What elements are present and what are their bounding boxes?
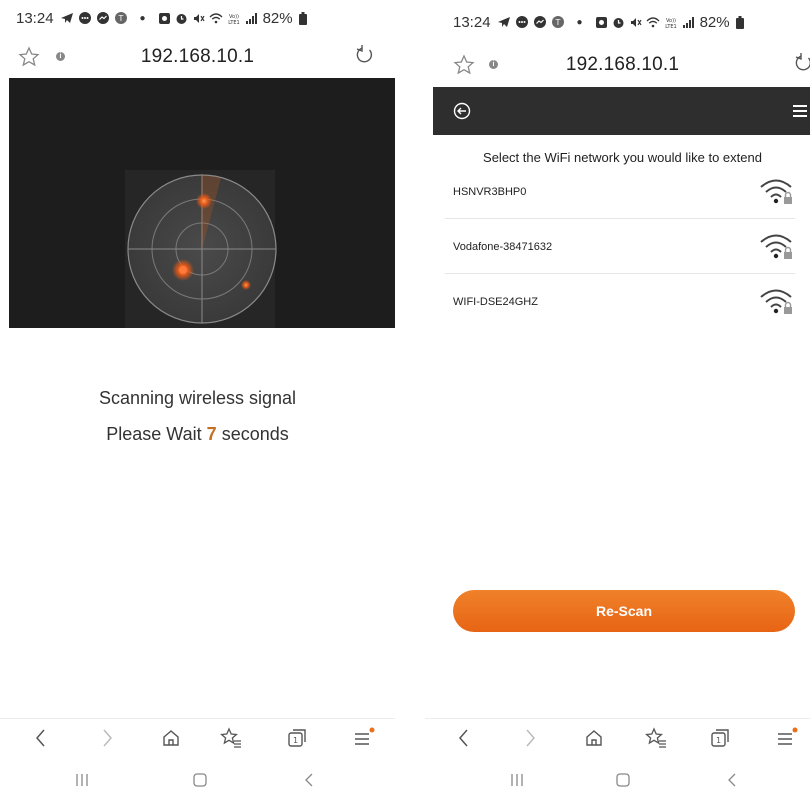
countdown-seconds: 7: [206, 424, 217, 444]
wifi-icon: [646, 16, 660, 27]
browser-url-bar: i 192.168.10.1: [425, 50, 810, 84]
radar-blip: [241, 280, 251, 290]
url-text[interactable]: 192.168.10.1: [0, 46, 395, 68]
hamburger-menu-icon[interactable]: [792, 104, 808, 118]
alarm-icon: [595, 16, 607, 28]
signal-icon: [245, 12, 257, 24]
forward-icon[interactable]: [98, 727, 116, 749]
tabs-icon[interactable]: 1: [709, 727, 731, 749]
status-time: 13:24: [16, 9, 54, 27]
status-system-icons: Vo)) LTE1: [595, 16, 694, 29]
browser-bottom-nav: 1: [0, 718, 395, 758]
app-header: [433, 87, 810, 135]
network-item[interactable]: WIFI-DSE24GHZ: [445, 274, 795, 329]
mute-icon: [193, 13, 205, 23]
telegram-icon: [60, 13, 73, 23]
tabs-icon[interactable]: 1: [286, 727, 308, 749]
network-ssid: HSNVR3BHP0: [453, 186, 527, 198]
svg-text:LTE1: LTE1: [665, 24, 677, 29]
wait-suffix: seconds: [221, 424, 289, 444]
svg-text:T: T: [117, 14, 123, 23]
rescan-button[interactable]: Re-Scan: [453, 590, 795, 632]
scanning-message: Scanning wireless signal: [98, 388, 297, 408]
battery-percent: 82%: [699, 13, 730, 31]
network-select-screen: 13:24 T ● Vo)) LTE1 82% i 192.168.10.1 Se…: [425, 0, 810, 790]
telegram-icon: [497, 17, 510, 27]
signal-icon: [682, 16, 694, 28]
wifi-locked-icon: [760, 234, 792, 259]
volte-icon: Vo))LTE1: [665, 18, 677, 29]
network-list: HSNVR3BHP0 Vodafone-38471632 WIFI-DSE24G…: [445, 164, 795, 329]
wifi-icon: [209, 12, 223, 23]
t-icon: T: [114, 12, 127, 24]
wifi-locked-icon: [760, 179, 792, 204]
radar-blip-core: [179, 266, 187, 274]
chat-icon: [515, 16, 528, 28]
svg-text:LTE1: LTE1: [228, 20, 240, 25]
radar-scanner: [9, 78, 395, 328]
mute-icon: [630, 17, 642, 27]
svg-text:T: T: [554, 18, 560, 27]
system-nav: [0, 770, 395, 790]
system-nav: [425, 770, 810, 790]
back-arrow-icon[interactable]: [453, 102, 471, 120]
status-separator-dot: ●: [139, 12, 146, 24]
radar-blip: [196, 193, 212, 209]
bookmarks-icon[interactable]: [220, 727, 242, 749]
radar-graphic: [125, 170, 277, 328]
back-system-icon[interactable]: [725, 772, 739, 788]
status-notification-icons: T: [60, 11, 128, 25]
svg-text:1: 1: [293, 736, 298, 745]
home-icon[interactable]: [160, 727, 182, 749]
volte-icon: Vo))LTE1: [228, 14, 240, 25]
home-button-icon[interactable]: [192, 772, 208, 788]
status-system-icons: Vo)) LTE1: [158, 12, 257, 25]
status-notification-icons: T: [497, 15, 565, 29]
back-icon[interactable]: [455, 727, 473, 749]
wait-message: Please Wait 7 seconds: [0, 424, 395, 445]
bookmarks-icon[interactable]: [645, 727, 667, 749]
page-title: Select the WiFi network you would like t…: [483, 150, 762, 165]
alarm-clock-icon: [176, 13, 187, 24]
status-bar: 13:24 T ● Vo)) LTE1 82%: [16, 8, 307, 28]
battery-icon: [735, 15, 744, 29]
t-icon: T: [551, 16, 564, 28]
battery-icon: [298, 11, 307, 25]
network-ssid: Vodafone-38471632: [453, 241, 553, 253]
back-icon[interactable]: [32, 727, 50, 749]
menu-icon[interactable]: [775, 727, 799, 749]
alarm-clock-icon: [613, 17, 624, 28]
network-item[interactable]: Vodafone-38471632: [445, 219, 795, 274]
wait-prefix: Please Wait: [106, 424, 202, 444]
network-ssid: WIFI-DSE24GHZ: [453, 296, 538, 308]
reload-icon[interactable]: [792, 52, 810, 74]
messenger-icon: [96, 12, 109, 24]
browser-url-bar: i 192.168.10.1: [0, 42, 395, 76]
chat-icon: [78, 12, 91, 24]
recent-apps-icon[interactable]: [72, 772, 92, 788]
status-bar: 13:24 T ● Vo)) LTE1 82%: [453, 12, 744, 32]
messenger-icon: [533, 16, 546, 28]
browser-bottom-nav: 1: [425, 718, 810, 758]
url-text[interactable]: 192.168.10.1: [425, 54, 810, 76]
network-item[interactable]: HSNVR3BHP0: [445, 164, 795, 219]
alarm-icon: [158, 12, 170, 24]
wifi-locked-icon: [760, 289, 792, 314]
forward-icon[interactable]: [521, 727, 539, 749]
home-button-icon[interactable]: [615, 772, 631, 788]
status-time: 13:24: [453, 13, 491, 31]
scanning-screen: 13:24 T ● Vo)) LTE1 82% i 192.168.10.1 S…: [0, 0, 395, 790]
menu-icon[interactable]: [352, 727, 376, 749]
status-separator-dot: ●: [576, 16, 583, 28]
battery-percent: 82%: [262, 9, 293, 27]
recent-apps-icon[interactable]: [507, 772, 527, 788]
svg-text:1: 1: [716, 736, 721, 745]
reload-icon[interactable]: [353, 44, 375, 66]
home-icon[interactable]: [583, 727, 605, 749]
back-system-icon[interactable]: [302, 772, 316, 788]
